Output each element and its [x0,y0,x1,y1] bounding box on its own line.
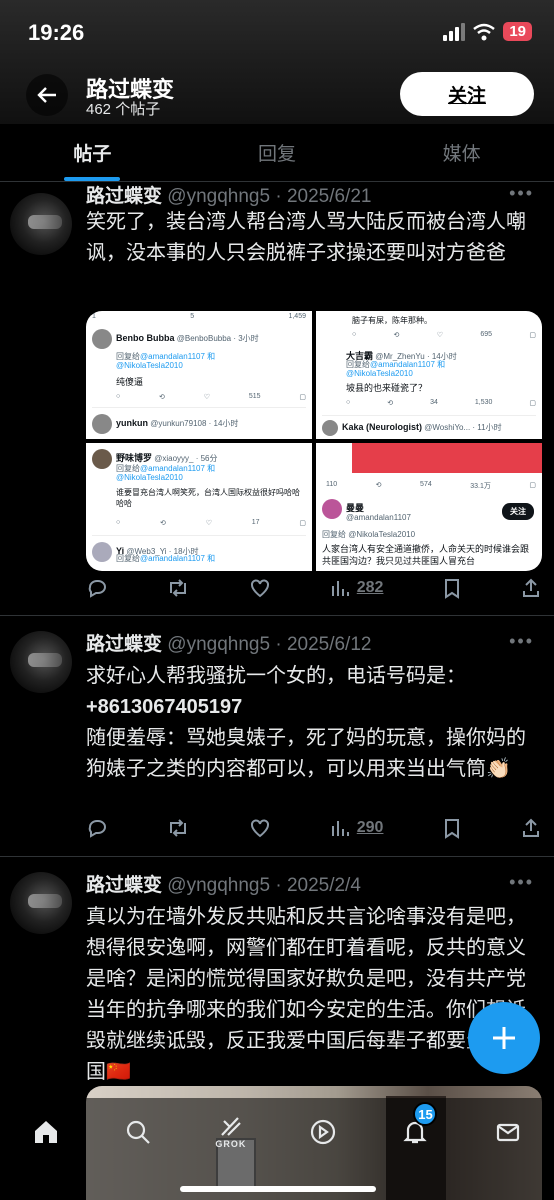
notification-badge: 15 [413,1102,438,1126]
author-handle-date: @yngqhng5 · 2025/2/4 [167,875,361,896]
status-icons: 19 [443,22,532,41]
heart-icon [250,579,269,598]
view-count: 290 [356,819,384,836]
share-button[interactable] [520,577,542,599]
views-button[interactable]: 290 [329,817,384,839]
repost-icon [170,819,187,837]
reply-icon [88,820,106,838]
media-image[interactable]: 脑子有屎，陈年那种。 ○ ⟲ ♡ 695 ▢ 大吉霸 @Mr_ZhenYu · 14小时… [316,311,542,439]
compose-button[interactable] [468,1002,540,1074]
post-meta: 路过蝶变 @yngqhng5 · 2025/6/21 [86,181,371,208]
tab-replies[interactable]: 回复 [185,124,370,181]
tab-media[interactable]: 媒体 [369,124,554,181]
avatar[interactable] [10,872,72,934]
nav-spaces[interactable] [299,1108,347,1156]
post-text-line: 求好心人帮我骚扰一个女的，电话号码是： [86,665,466,687]
battery-level: 19 [503,22,532,41]
views-button[interactable]: 282 [329,577,384,599]
avatar [92,329,112,349]
tweet-stats: 1 5 1,459 [92,313,306,320]
share-button[interactable] [520,817,542,839]
author-name[interactable]: 路过蝶变 [86,634,162,655]
avatar [92,414,112,434]
post-meta: 路过蝶变 @yngqhng5 · 2025/6/12 [86,629,371,656]
tab-posts[interactable]: 帖子 [0,124,185,181]
author-name[interactable]: 路过蝶变 [86,186,162,207]
grok-label: GROK [215,1139,247,1149]
view-count: 282 [356,579,384,596]
avatar[interactable] [10,631,72,693]
reply-button[interactable] [86,817,108,839]
grok-icon [221,1117,241,1136]
nav-search[interactable] [114,1108,162,1156]
repost-icon [170,579,187,597]
heart-icon [250,819,269,838]
repost-button[interactable] [166,817,190,839]
like-button[interactable] [249,577,271,599]
home-icon [35,1121,58,1143]
status-bar: 19:26 19 [0,0,554,66]
bookmark-icon [444,819,459,839]
more-icon[interactable]: ••• [509,183,534,204]
post[interactable]: 路过蝶变 @yngqhng5 · 2025/6/21 ••• 笑死了，装台湾人帮… [0,183,554,616]
like-button[interactable] [249,817,271,839]
nav-grok[interactable]: GROK [207,1108,255,1156]
repost-button[interactable] [166,577,190,599]
mail-icon [496,1123,519,1142]
analytics-icon [331,581,349,596]
reply-button[interactable] [86,577,108,599]
more-icon[interactable]: ••• [509,631,534,652]
share-icon [522,578,539,597]
media-image[interactable]: 110 ⟲ 574 33.1万 ▢ 曼曼 @amandalan1107 关注 回复给 @… [316,443,542,571]
nav-notifications[interactable]: 15 [391,1102,439,1156]
post-text: 真以为在墙外发反共贴和反共言论啥事没有是吧，想得很安逸啊，网警们都在盯着看呢，反… [86,906,526,1083]
media-image[interactable]: 1 5 1,459 Benbo Bubba @BenboBubba · 3小时 回复… [86,311,312,439]
follow-button[interactable]: 关注 [400,72,534,116]
reply-icon [88,580,106,598]
share-icon [522,818,539,837]
nav-messages[interactable] [484,1108,532,1156]
bookmark-icon [444,579,459,599]
post-text: 笑死了，装台湾人帮台湾人骂大陆反而被台湾人嘲讽，没本事的人只会脱裤子求操还要叫对… [86,211,526,264]
author-handle-date: @yngqhng5 · 2025/6/21 [167,186,372,207]
post-count: 462 个帖子 [86,101,161,118]
author-name[interactable]: 路过蝶变 [86,875,162,896]
post-text-line: 随便羞辱：骂她臭婊子，死了妈的玩意，操你妈的狗婊子之类的内容都可以，可以用来当出… [86,727,526,780]
back-button[interactable] [26,74,68,116]
status-time: 19:26 [28,20,85,45]
arrow-left-icon [37,87,56,103]
cellular-signal-icon [443,22,466,41]
post[interactable]: 路过蝶变 @yngqhng5 · 2025/6/12 ••• 求好心人帮我骚扰一… [0,617,554,857]
profile-header: 路过蝶变 462 个帖子 关注 [0,66,554,124]
bookmark-button[interactable] [442,577,462,599]
media-grid[interactable]: 1 5 1,459 Benbo Bubba @BenboBubba · 3小时 回复… [86,311,542,571]
bookmark-button[interactable] [442,817,462,839]
play-circle-icon [311,1119,336,1145]
wifi-icon [473,23,496,40]
bottom-nav: GROK 15 [0,1098,554,1200]
nav-home[interactable] [22,1108,70,1156]
post-actions: 282 [86,573,542,603]
red-image-strip [352,443,542,473]
author-handle-date: @yngqhng5 · 2025/6/12 [167,634,372,655]
analytics-icon [331,821,349,836]
more-icon[interactable]: ••• [509,872,534,893]
phone-number: +8613067405197 [86,696,243,718]
home-indicator [180,1186,376,1192]
profile-tabs: 帖子 回复 媒体 [0,124,554,182]
post-actions: 290 [86,813,542,843]
avatar[interactable] [10,193,72,255]
embedded-follow-button: 关注 [502,503,534,520]
post-text: 求好心人帮我骚扰一个女的，电话号码是： +8613067405197 随便羞辱：… [86,661,542,785]
post-meta: 路过蝶变 @yngqhng5 · 2025/2/4 [86,870,361,897]
media-image[interactable]: 野味博罗 @xiaoyyy_ · 56分 回复给 @amandalan1107 … [86,443,312,571]
plus-icon [493,1027,515,1049]
search-icon [127,1120,151,1144]
